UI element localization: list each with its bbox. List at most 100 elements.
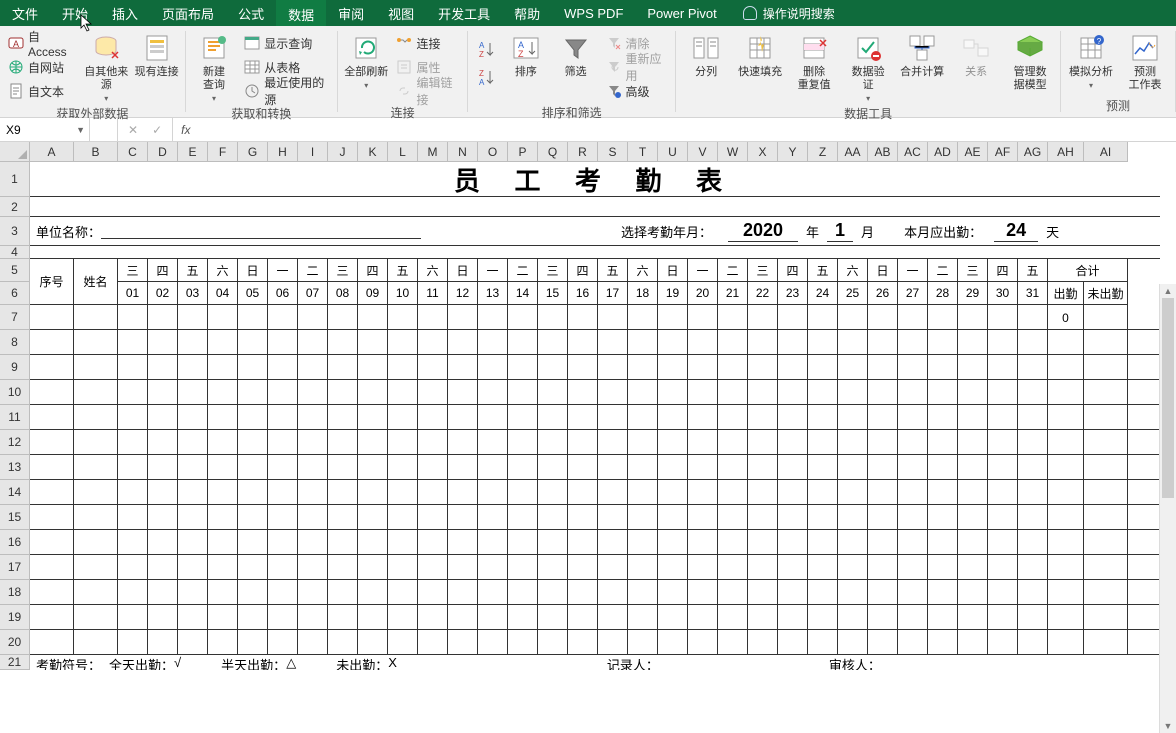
cell[interactable]	[1018, 530, 1048, 555]
cell[interactable]	[30, 355, 74, 380]
cell[interactable]	[1048, 605, 1084, 630]
header-weekday-14[interactable]: 二	[508, 259, 538, 282]
cell[interactable]	[178, 305, 208, 330]
header-date-24[interactable]: 24	[808, 282, 838, 305]
cell[interactable]	[148, 480, 178, 505]
cell[interactable]	[1048, 355, 1084, 380]
cell[interactable]	[388, 455, 418, 480]
cell[interactable]	[568, 555, 598, 580]
connections-button[interactable]: 连接	[394, 32, 461, 54]
cell[interactable]	[808, 505, 838, 530]
cell[interactable]	[538, 380, 568, 405]
cell[interactable]	[148, 380, 178, 405]
cell[interactable]	[30, 480, 74, 505]
header-weekday-19[interactable]: 日	[658, 259, 688, 282]
cell[interactable]	[118, 405, 148, 430]
cell[interactable]	[178, 405, 208, 430]
column-header-K[interactable]: K	[358, 142, 388, 162]
cell[interactable]	[988, 330, 1018, 355]
cell[interactable]	[958, 380, 988, 405]
table-row[interactable]	[30, 480, 1160, 505]
column-header-AA[interactable]: AA	[838, 142, 868, 162]
cell[interactable]: 0	[1048, 305, 1084, 330]
cell[interactable]	[898, 530, 928, 555]
sheet-title[interactable]: 员 工 考 勤 表	[30, 162, 1160, 197]
cell[interactable]	[388, 605, 418, 630]
cell[interactable]	[1084, 380, 1128, 405]
cell[interactable]	[748, 480, 778, 505]
cell[interactable]	[868, 530, 898, 555]
scroll-down-icon[interactable]: ▼	[1160, 719, 1176, 733]
table-row[interactable]	[30, 405, 1160, 430]
cell[interactable]	[1048, 630, 1084, 655]
cell[interactable]	[328, 555, 358, 580]
from-other-sources-button[interactable]: 自其他来源▾	[84, 32, 128, 103]
cell[interactable]	[868, 455, 898, 480]
header-weekday-6[interactable]: 一	[268, 259, 298, 282]
header-date-2[interactable]: 02	[148, 282, 178, 305]
cell[interactable]	[958, 630, 988, 655]
cell[interactable]	[778, 380, 808, 405]
cell[interactable]	[208, 630, 238, 655]
cell[interactable]	[358, 605, 388, 630]
cell[interactable]	[808, 530, 838, 555]
cell[interactable]	[1048, 480, 1084, 505]
column-header-AD[interactable]: AD	[928, 142, 958, 162]
cell[interactable]	[658, 405, 688, 430]
row-2[interactable]	[30, 197, 1160, 217]
cell[interactable]	[1048, 455, 1084, 480]
cell[interactable]	[598, 455, 628, 480]
row-header-11[interactable]: 11	[0, 405, 30, 430]
cell[interactable]	[508, 580, 538, 605]
cell[interactable]	[1018, 355, 1048, 380]
cell[interactable]	[358, 405, 388, 430]
cell[interactable]	[598, 430, 628, 455]
header-date-14[interactable]: 14	[508, 282, 538, 305]
cell[interactable]	[298, 555, 328, 580]
cell[interactable]	[838, 580, 868, 605]
cell[interactable]	[30, 580, 74, 605]
cell[interactable]	[928, 530, 958, 555]
header-weekday-26[interactable]: 日	[868, 259, 898, 282]
cell[interactable]	[748, 630, 778, 655]
cell[interactable]	[598, 555, 628, 580]
cell[interactable]	[508, 330, 538, 355]
row-header-14[interactable]: 14	[0, 480, 30, 505]
cell[interactable]	[868, 580, 898, 605]
cell[interactable]	[538, 530, 568, 555]
cell[interactable]	[568, 430, 598, 455]
cell[interactable]	[448, 380, 478, 405]
cell[interactable]	[868, 630, 898, 655]
header-date-7[interactable]: 07	[298, 282, 328, 305]
cell[interactable]	[958, 530, 988, 555]
cell[interactable]	[628, 430, 658, 455]
header-weekday-5[interactable]: 日	[238, 259, 268, 282]
cell[interactable]	[688, 630, 718, 655]
cell[interactable]	[928, 480, 958, 505]
cell[interactable]	[178, 380, 208, 405]
cell[interactable]	[118, 430, 148, 455]
tab-review[interactable]: 审阅	[326, 0, 376, 26]
month-value[interactable]: 1	[827, 220, 853, 242]
column-header-S[interactable]: S	[598, 142, 628, 162]
cell[interactable]	[358, 330, 388, 355]
cell[interactable]	[688, 605, 718, 630]
cell[interactable]	[118, 530, 148, 555]
cell[interactable]	[1048, 555, 1084, 580]
header-seq[interactable]: 序号	[30, 259, 74, 305]
cell[interactable]	[328, 355, 358, 380]
cell[interactable]	[568, 355, 598, 380]
cell[interactable]	[418, 405, 448, 430]
cell[interactable]	[388, 505, 418, 530]
cell[interactable]	[838, 480, 868, 505]
cell[interactable]	[988, 305, 1018, 330]
cell[interactable]	[958, 330, 988, 355]
cell[interactable]	[1048, 505, 1084, 530]
cell[interactable]	[328, 530, 358, 555]
table-header[interactable]: 序号姓名三01四02五03六04日05一06二07三08四09五10六11日12…	[30, 259, 1160, 305]
cell[interactable]	[74, 430, 118, 455]
table-row[interactable]	[30, 380, 1160, 405]
header-absent[interactable]: 未出勤	[1084, 282, 1128, 305]
cell[interactable]	[568, 380, 598, 405]
tab-page-layout[interactable]: 页面布局	[150, 0, 226, 26]
